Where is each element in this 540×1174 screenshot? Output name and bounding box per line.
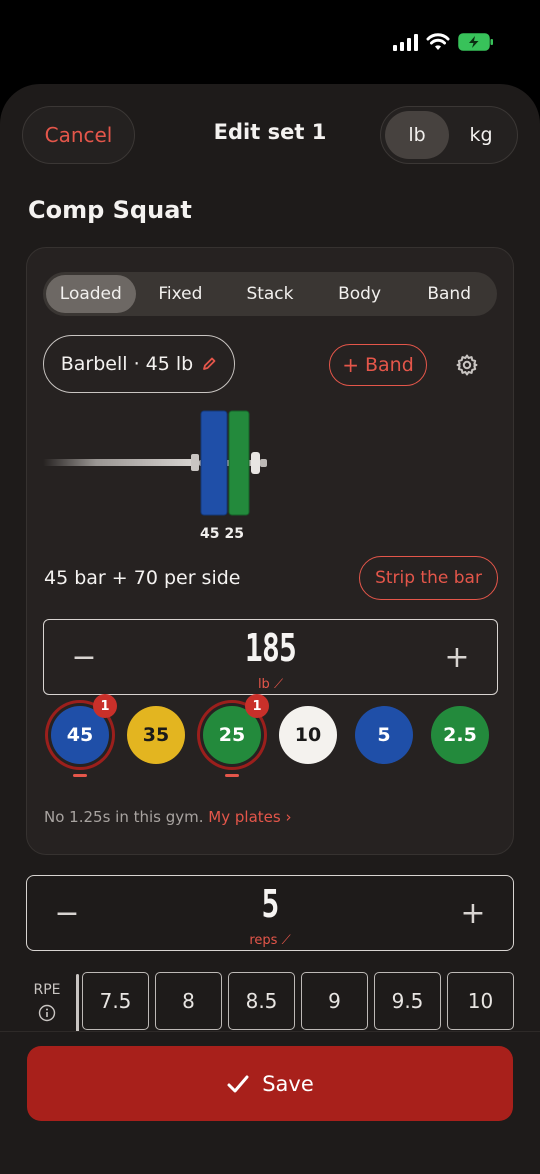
info-icon[interactable]	[38, 1004, 56, 1022]
load-summary: 45 bar + 70 per side	[44, 567, 241, 589]
rpe-option[interactable]: 8	[155, 972, 222, 1030]
remove-plate-button[interactable]	[73, 774, 87, 777]
loaded-plate-labels: 45 25	[200, 526, 244, 542]
plate-label: 25	[218, 724, 246, 746]
plate-25-button[interactable]: 25 1	[203, 694, 269, 764]
gym-note: No 1.25s in this gym. My plates ›	[44, 808, 291, 826]
plate-label: 45	[66, 724, 94, 746]
loaded-plate-label: 45	[200, 526, 220, 542]
barbell-label: Barbell · 45 lb	[60, 353, 194, 375]
tab-loaded[interactable]: Loaded	[46, 275, 136, 313]
rpe-option[interactable]: 9	[301, 972, 368, 1030]
barbell-selector-button[interactable]: Barbell · 45 lb	[43, 335, 235, 393]
gear-icon[interactable]	[455, 353, 479, 377]
status-icons	[393, 33, 494, 51]
plate-label: 2.5	[443, 724, 477, 746]
remove-plate-button[interactable]	[225, 774, 239, 777]
reps-value[interactable]: 5	[80, 882, 459, 926]
plate-count-badge: 1	[245, 694, 269, 718]
tab-body[interactable]: Body	[315, 275, 405, 313]
weight-unit-label: lb	[257, 677, 270, 692]
weight-stepper: − 185 lb ⟋ +	[43, 619, 498, 695]
plate-label: 5	[377, 724, 391, 746]
page-title: Edit set 1	[213, 120, 327, 144]
rpe-label: RPE	[33, 982, 61, 998]
reps-unit[interactable]: reps ⟋	[27, 933, 513, 948]
battery-charging-icon	[458, 33, 493, 51]
plate-25-graphic	[228, 410, 250, 516]
checkmark-icon	[227, 1075, 249, 1092]
weight-value[interactable]: 185	[94, 626, 447, 670]
my-plates-link[interactable]: My plates ›	[208, 808, 291, 826]
edit-set-sheet: Cancel Edit set 1 lb kg Comp Squat Loade…	[0, 84, 540, 1174]
reps-unit-label: reps	[249, 933, 278, 948]
unit-option-lb[interactable]: lb	[385, 111, 449, 159]
pencil-icon: ⟋	[273, 677, 284, 692]
plate-label: 35	[142, 724, 170, 746]
plate-count-badge: 1	[93, 694, 117, 718]
pencil-icon: ⟋	[281, 933, 291, 948]
rpe-option[interactable]: 10	[447, 972, 514, 1030]
cellular-signal-icon	[393, 33, 418, 51]
tab-band[interactable]: Band	[404, 275, 494, 313]
footer: Save	[0, 1031, 540, 1174]
strip-bar-button[interactable]: Strip the bar	[359, 556, 498, 600]
add-band-label: Band	[364, 354, 414, 376]
unit-option-kg[interactable]: kg	[449, 111, 513, 159]
plus-icon: +	[342, 353, 359, 377]
reps-stepper: − 5 reps ⟋ +	[26, 875, 514, 951]
equipment-card: Loaded Fixed Stack Body Band Barbell · 4…	[26, 247, 514, 855]
pencil-icon	[203, 357, 216, 370]
tab-stack[interactable]: Stack	[225, 275, 315, 313]
gym-note-text: No 1.25s in this gym.	[44, 808, 204, 826]
weight-increment-button[interactable]: +	[427, 620, 487, 694]
exercise-name: Comp Squat	[28, 196, 192, 224]
save-label: Save	[262, 1071, 314, 1096]
cancel-button[interactable]: Cancel	[22, 106, 135, 164]
plate-label: 10	[294, 724, 322, 746]
bar-clip	[251, 452, 260, 474]
rpe-divider	[76, 974, 79, 1032]
plate-35-button[interactable]: 35	[127, 706, 185, 764]
loaded-plate-label: 25	[224, 526, 244, 542]
rpe-option[interactable]: 9.5	[374, 972, 441, 1030]
add-band-button[interactable]: + Band	[329, 344, 427, 386]
rpe-options: 7.5 8 8.5 9 9.5 10	[82, 972, 514, 1030]
plate-45-button[interactable]: 45 1	[51, 694, 117, 764]
equipment-type-tabs: Loaded Fixed Stack Body Band	[43, 272, 497, 316]
plate-picker: 45 1 35 25 1 10 5 2.5	[43, 694, 503, 792]
rpe-option[interactable]: 8.5	[228, 972, 295, 1030]
reps-increment-button[interactable]: +	[443, 876, 503, 950]
status-bar	[0, 0, 540, 86]
plate-45-graphic	[200, 410, 228, 516]
tab-fixed[interactable]: Fixed	[136, 275, 226, 313]
save-button[interactable]: Save	[27, 1046, 513, 1121]
bar-shaft	[43, 459, 195, 466]
bar-collar	[191, 454, 199, 471]
unit-toggle[interactable]: lb kg	[380, 106, 518, 164]
rpe-option[interactable]: 7.5	[82, 972, 149, 1030]
plate-10-button[interactable]: 10	[279, 706, 337, 764]
wifi-icon	[426, 33, 450, 50]
bar-sleeve-end	[260, 459, 267, 467]
plate-5-button[interactable]: 5	[355, 706, 413, 764]
plate-2-5-button[interactable]: 2.5	[431, 706, 489, 764]
